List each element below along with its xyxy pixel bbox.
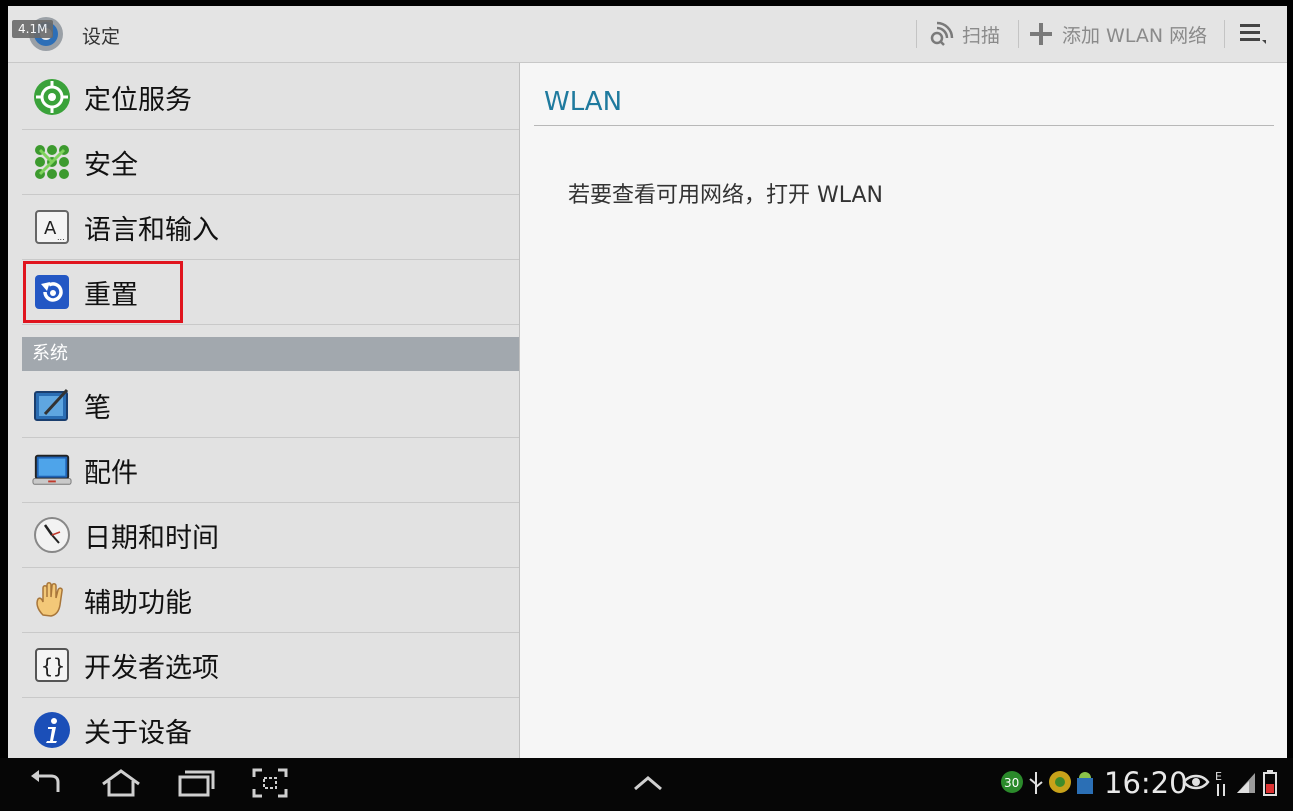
home-icon[interactable]	[100, 768, 142, 798]
add-wlan-label: 添加 WLAN 网络	[1062, 24, 1208, 47]
wlan-off-message: 若要查看可用网络，打开 WLAN	[568, 183, 884, 208]
info-icon	[32, 710, 72, 750]
actionbar-divider	[1018, 20, 1019, 48]
sidebar-item-label: 笔	[84, 392, 111, 424]
settings-window: 4.1M 设定 扫描 添加 WLAN 网络 定位服务 安全 A ... 语言和输…	[8, 6, 1287, 758]
sidebar-item-label: 安全	[84, 149, 138, 181]
recent-apps-icon[interactable]	[176, 768, 216, 798]
usb-icon	[1029, 772, 1043, 794]
action-bar: 4.1M 设定 扫描 添加 WLAN 网络	[8, 6, 1287, 63]
braces-icon: {}	[32, 645, 72, 685]
hand-icon	[32, 580, 72, 620]
sidebar-item-label: 配件	[84, 457, 138, 489]
sidebar-item-datetime[interactable]: 日期和时间	[22, 503, 519, 568]
sidebar-item-label: 开发者选项	[84, 652, 219, 684]
battery-icon	[1263, 770, 1277, 796]
scan-icon	[930, 21, 954, 46]
notification-count: 30	[1004, 776, 1019, 790]
sidebar-item-label: 语言和输入	[84, 214, 219, 246]
sidebar-item-label: 关于设备	[84, 717, 192, 749]
sidebar-item-accessibility[interactable]: 辅助功能	[22, 568, 519, 633]
app-notification-icon	[1049, 771, 1071, 793]
overflow-menu-button[interactable]	[1236, 18, 1268, 50]
language-icon: A ...	[32, 207, 72, 247]
detail-pane: WLAN 若要查看可用网络，打开 WLAN	[520, 63, 1287, 758]
notification-count-icon: 30	[1001, 771, 1023, 793]
actionbar-divider	[916, 20, 917, 48]
sidebar-item-accessory[interactable]: 配件	[22, 438, 519, 503]
plus-icon	[1030, 23, 1052, 45]
pen-icon	[32, 385, 72, 425]
security-icon	[32, 142, 72, 182]
settings-list: 定位服务 安全 A ... 语言和输入 重置 系统 笔 配件 日期和时间 辅助功…	[8, 63, 520, 758]
status-clock: 16:20	[1104, 766, 1188, 800]
data-transfer-icon: E	[1215, 770, 1225, 796]
sidebar-item-about[interactable]: 关于设备	[22, 698, 519, 758]
actionbar-divider	[1224, 20, 1225, 48]
sidebar-item-location[interactable]: 定位服务	[22, 65, 519, 130]
scan-button[interactable]: 扫描	[928, 16, 1000, 52]
back-icon[interactable]	[28, 768, 64, 798]
detail-title: WLAN	[544, 87, 623, 117]
svg-text:A: A	[44, 218, 57, 239]
location-icon	[32, 77, 72, 117]
app-title: 设定	[82, 26, 121, 48]
chevron-up-icon[interactable]	[632, 774, 664, 792]
clock-icon	[32, 515, 72, 555]
sidebar-item-language[interactable]: A ... 语言和输入	[22, 195, 519, 260]
sidebar-item-pen[interactable]: 笔	[22, 373, 519, 438]
android-update-icon	[1077, 772, 1093, 794]
screenshot-icon[interactable]	[252, 768, 288, 798]
sidebar-item-label: 辅助功能	[84, 587, 192, 619]
eye-icon	[1182, 774, 1210, 790]
sidebar-item-label: 日期和时间	[84, 522, 219, 554]
reset-highlight-box	[23, 261, 183, 323]
menu-icon	[1240, 24, 1266, 44]
sidebar-item-label: 定位服务	[84, 84, 192, 116]
sidebar-item-developer[interactable]: {} 开发者选项	[22, 633, 519, 698]
signal-icon	[1237, 773, 1255, 793]
svg-text:{}: {}	[41, 654, 65, 678]
svg-text:E: E	[1215, 770, 1222, 783]
divider	[534, 125, 1274, 126]
add-wlan-button[interactable]: 添加 WLAN 网络	[1028, 16, 1207, 52]
system-nav-bar: 30 16:20 E	[0, 758, 1293, 811]
accessory-icon	[32, 450, 72, 490]
svg-text:...: ...	[57, 233, 65, 242]
scan-label: 扫描	[962, 24, 1001, 47]
sidebar-item-security[interactable]: 安全	[22, 130, 519, 195]
section-header-system: 系统	[22, 337, 519, 371]
data-usage-badge: 4.1M	[12, 20, 54, 38]
